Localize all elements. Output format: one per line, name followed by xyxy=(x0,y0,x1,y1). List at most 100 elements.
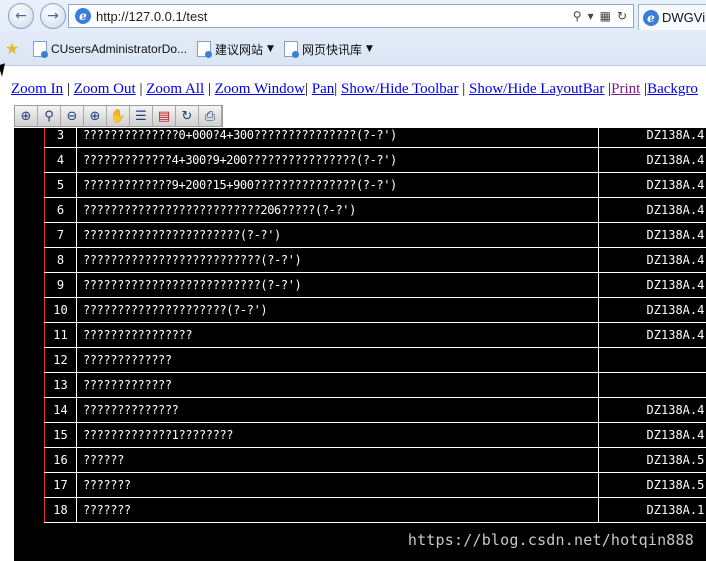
viewer-toolbar: ⊕ ⚲ ⊖ ⊕ ✋ ☰ ▤ ↻ ⎙ xyxy=(14,105,223,127)
row-code: DZ138A.4- xyxy=(598,272,706,298)
browser-chrome: ← → e http://127.0.0.1/test ⚲ ▾ ▦ ↻ e DW… xyxy=(0,0,706,66)
table-row: 10 ?????????????????????(?-?') DZ138A.4- xyxy=(44,297,706,323)
row-number: 4 xyxy=(44,147,77,173)
zoom-all-icon[interactable]: ⊕ xyxy=(84,106,107,126)
row-number: 12 xyxy=(44,347,77,373)
table-row: 3 ??????????????0+000?4+300??????????????… xyxy=(44,128,706,148)
row-code xyxy=(598,372,706,398)
toggle-layoutbar-link[interactable]: Show/Hide LayoutBar xyxy=(469,81,604,97)
favorites-star-icon[interactable]: ★ xyxy=(5,40,23,58)
toggle-toolbar-link[interactable]: Show/Hide Toolbar xyxy=(341,81,458,97)
tab-ie-icon: e xyxy=(643,9,659,26)
row-description: ?????????????4+300?9+200????????????????… xyxy=(76,147,599,173)
row-code: DZ138A.1- xyxy=(598,497,706,523)
page-icon xyxy=(197,41,213,58)
row-number: 15 xyxy=(44,422,77,448)
table-row: 14?????????????? DZ138A.4- xyxy=(44,397,706,423)
forward-button[interactable]: → xyxy=(40,3,66,29)
pan-link[interactable]: Pan xyxy=(312,81,335,97)
compat-icon[interactable]: ▦ xyxy=(600,9,611,23)
search-icon[interactable]: ⚲ xyxy=(573,9,582,23)
page-icon xyxy=(283,41,299,58)
table-row: 7 ???????????????????????(?-?') DZ138A.4- xyxy=(44,222,706,248)
row-code: DZ138A.4- xyxy=(598,197,706,223)
row-code: DZ138A.4- xyxy=(598,297,706,323)
row-number: 17 xyxy=(44,472,77,498)
favorite-item[interactable]: CUsersAdministratorDo... xyxy=(33,41,188,58)
table-row: 6 ??????????????????????????206?????(?-?'… xyxy=(44,197,706,223)
url-text[interactable]: http://127.0.0.1/test xyxy=(96,9,573,24)
zoom-out-icon[interactable]: ⊖ xyxy=(61,106,84,126)
row-description: ??????????????????????????206?????(?-?') xyxy=(76,197,599,223)
row-description: ??????? xyxy=(76,497,599,523)
row-code: DZ138A.4- xyxy=(598,322,706,348)
table-row: 18??????? DZ138A.1- xyxy=(44,497,706,523)
table-row: 8 ??????????????????????????(?-?') DZ138A.… xyxy=(44,247,706,273)
address-bar[interactable]: e http://127.0.0.1/test ⚲ ▾ ▦ ↻ xyxy=(68,4,634,28)
dropdown-icon[interactable]: ▾ xyxy=(588,9,594,23)
row-number: 13 xyxy=(44,372,77,398)
chevron-down-icon: ▼ xyxy=(365,44,373,54)
zoom-window-icon[interactable]: ⚲ xyxy=(38,106,61,126)
row-description: ???????????????????????(?-?') xyxy=(76,222,599,248)
row-description: ?????????????9+200?15+900???????????????… xyxy=(76,172,599,198)
row-number: 11 xyxy=(44,322,77,348)
table-row: 13????????????? xyxy=(44,372,706,398)
page-icon xyxy=(33,41,48,58)
row-description: ?????????????????????(?-?') xyxy=(76,297,599,323)
print-icon[interactable]: ⎙ xyxy=(199,106,222,126)
zoom-in-icon[interactable]: ⊕ xyxy=(15,106,38,126)
browser-tab[interactable]: e DWGVi xyxy=(638,4,706,30)
ie-icon: e xyxy=(75,8,91,24)
row-description: ?????????????1???????? xyxy=(76,422,599,448)
zoom-in-link[interactable]: Zoom In xyxy=(11,81,63,97)
drawing-table: 3 ??????????????0+000?4+300??????????????… xyxy=(44,128,706,523)
row-description: ??????????????????????????(?-?') xyxy=(76,272,599,298)
favorite-label: 网页快讯库 xyxy=(301,42,362,57)
zoom-all-link[interactable]: Zoom All xyxy=(146,81,204,97)
pan-icon[interactable]: ✋ xyxy=(107,106,130,126)
tab-title: DWGVi xyxy=(662,10,706,25)
row-number: 5 xyxy=(44,172,77,198)
refresh-icon[interactable]: ↻ xyxy=(617,9,627,23)
table-row: 5 ?????????????9+200?15+900??????????????… xyxy=(44,172,706,198)
dwg-canvas[interactable]: 3 ??????????????0+000?4+300??????????????… xyxy=(14,128,706,561)
favorites-bar: ★ CUsersAdministratorDo... 建议网站 ▼ 网页快讯库 … xyxy=(0,36,706,62)
row-code: DZ138A.5- xyxy=(598,472,706,498)
row-code: DZ138A.5 xyxy=(598,447,706,473)
row-code: DZ138A.4- xyxy=(598,397,706,423)
row-number: 6 xyxy=(44,197,77,223)
row-code: DZ138A.4- xyxy=(598,247,706,273)
favorite-item[interactable]: 建议网站 ▼ xyxy=(197,41,274,58)
favorite-item[interactable]: 网页快讯库 ▼ xyxy=(283,41,373,58)
row-description: ??????????????0+000?4+300???????????????… xyxy=(76,128,599,148)
favorite-label: CUsersAdministratorDo... xyxy=(51,42,188,56)
watermark: https://blog.csdn.net/hotqin888 xyxy=(407,531,694,549)
row-number: 14 xyxy=(44,397,77,423)
back-button[interactable]: ← xyxy=(8,3,34,29)
background-link[interactable]: Backgro xyxy=(647,81,698,97)
row-number: 18 xyxy=(44,497,77,523)
favorite-label: 建议网站 xyxy=(215,42,264,57)
row-description: ??????????????????????????(?-?') xyxy=(76,247,599,273)
zoom-out-link[interactable]: Zoom Out xyxy=(74,81,136,97)
row-number: 10 xyxy=(44,297,77,323)
row-number: 3 xyxy=(44,128,77,148)
row-code: DZ138A.4- xyxy=(598,422,706,448)
table-row: 12????????????? xyxy=(44,347,706,373)
row-description: ????????????? xyxy=(76,372,599,398)
row-description: ?????? xyxy=(76,447,599,473)
row-code xyxy=(598,347,706,373)
address-tools: ⚲ ▾ ▦ ↻ xyxy=(573,9,627,23)
background-icon[interactable]: ▤ xyxy=(153,106,176,126)
regen-icon[interactable]: ↻ xyxy=(176,106,199,126)
table-row: 9 ??????????????????????????(?-?') DZ138A.… xyxy=(44,272,706,298)
row-code: DZ138A.4- xyxy=(598,222,706,248)
row-number: 9 xyxy=(44,272,77,298)
zoom-window-link[interactable]: Zoom Window xyxy=(215,81,305,97)
chevron-down-icon: ▼ xyxy=(267,44,274,54)
row-number: 8 xyxy=(44,247,77,273)
row-code: DZ138A.4- xyxy=(598,147,706,173)
print-link[interactable]: Print xyxy=(611,81,640,97)
layers-icon[interactable]: ☰ xyxy=(130,106,153,126)
